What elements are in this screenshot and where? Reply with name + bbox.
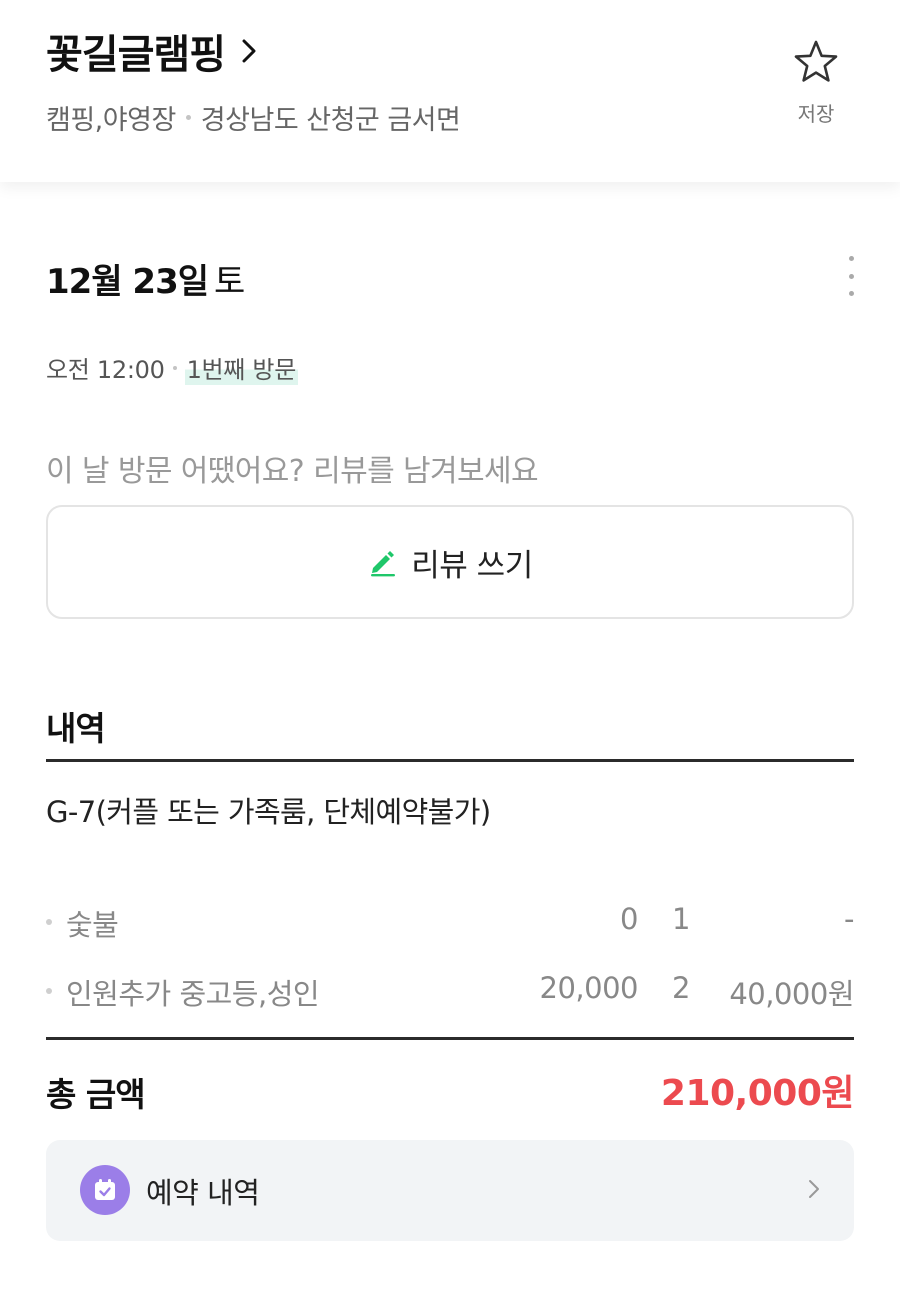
star-icon (794, 40, 838, 82)
line-item-qty: 2 (672, 971, 690, 1005)
place-title-link[interactable]: 꽃길글램핑 (46, 22, 257, 80)
more-options-button[interactable] (836, 256, 866, 296)
total-value: 210,000원 (660, 1073, 855, 1114)
separator-dot (172, 365, 177, 370)
details-title: 내역 (46, 709, 106, 748)
line-item-name: 인원추가 중고등,성인 (66, 977, 320, 1011)
write-review-button[interactable]: 리뷰 쓰기 (46, 505, 854, 619)
separator-dot (185, 115, 191, 120)
place-address: 경상남도 산청군 금서면 (200, 105, 461, 136)
calendar-check-icon (80, 1165, 130, 1215)
line-item-qty: 1 (672, 902, 690, 936)
visit-count-badge: 1번째 방문 (184, 350, 298, 385)
divider (46, 759, 854, 762)
list-item: 숯불 0 1 - (46, 902, 854, 942)
total-label: 총 금액 (46, 1075, 146, 1114)
bullet (46, 988, 52, 994)
visit-date: 12월 23일 토 (46, 254, 245, 303)
more-vertical-icon (848, 256, 854, 261)
save-label: 저장 (797, 102, 835, 126)
line-item-amount: - (844, 902, 854, 936)
save-button[interactable]: 저장 (784, 38, 848, 130)
visit-date-text: 12월 23일 (46, 262, 209, 302)
place-subtitle: 캠핑,야영장 경상남도 산청군 금서면 (46, 98, 461, 137)
bullet (46, 919, 52, 925)
line-item-price: 20,000 (539, 971, 639, 1005)
line-item-amount: 40,000원 (729, 977, 854, 1011)
line-item-name: 숯불 (66, 908, 119, 942)
divider (46, 1037, 854, 1040)
visit-weekday: 토 (214, 262, 245, 302)
pencil-icon (371, 551, 396, 577)
line-item-price: 0 (620, 902, 638, 936)
place-header: 꽃길글램핑 캠핑,야영장 경상남도 산청군 금서면 저장 (0, 0, 900, 182)
booking-details-button[interactable]: 예약 내역 (46, 1140, 854, 1241)
visit-meta: 오전 12:00 1번째 방문 (46, 350, 298, 385)
chevron-right-icon (809, 1180, 819, 1198)
place-category: 캠핑,야영장 (46, 105, 176, 136)
chevron-right-icon (242, 39, 256, 63)
visit-time: 오전 12:00 (46, 356, 165, 384)
write-review-label: 리뷰 쓰기 (411, 547, 533, 584)
list-item: 인원추가 중고등,성인 20,000 2 40,000원 (46, 971, 854, 1011)
review-prompt: 이 날 방문 어땠어요? 리뷰를 남겨보세요 (46, 454, 539, 489)
booking-details-label: 예약 내역 (146, 1176, 260, 1210)
place-name: 꽃길글램핑 (46, 32, 226, 78)
item-name: G-7(커플 또는 가족룸, 단체예약불가) (46, 795, 491, 829)
